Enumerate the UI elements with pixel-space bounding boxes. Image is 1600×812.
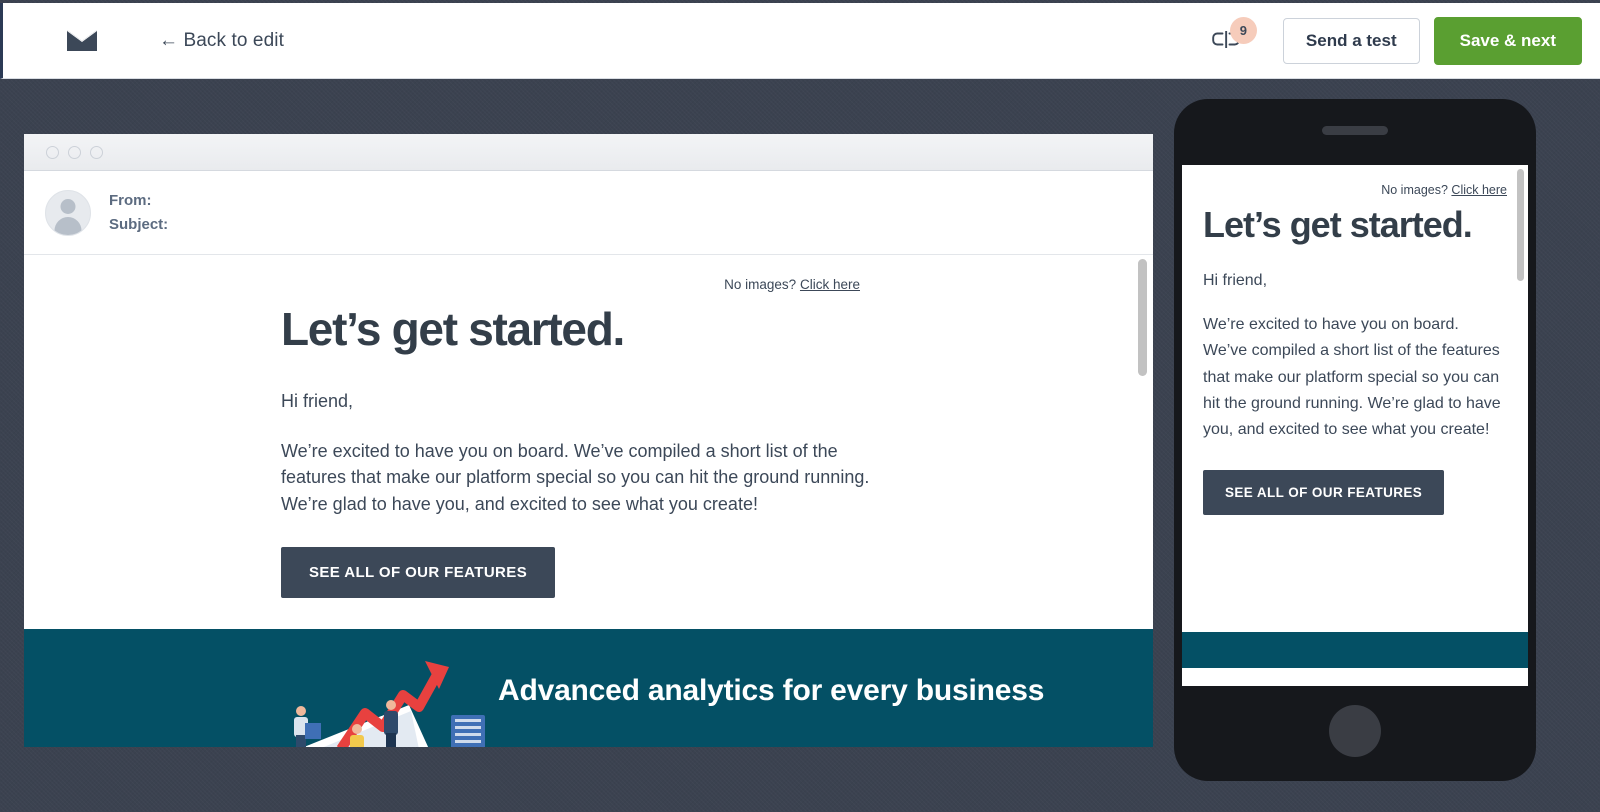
email-cta-button[interactable]: SEE ALL OF OUR FEATURES	[281, 547, 556, 599]
user-avatar-icon	[45, 189, 91, 236]
top-toolbar: ← Back to edit 9 Send a test Save & next	[0, 3, 1600, 79]
desktop-email-preview: From: Subject: No images? Click here Let…	[24, 134, 1153, 747]
comments-button[interactable]: 9	[1205, 16, 1257, 61]
email-banner-section: Advanced analytics for every business	[24, 629, 1153, 747]
phone-preview-scrollbar[interactable]	[1517, 169, 1524, 281]
phone-home-button-icon[interactable]	[1329, 705, 1381, 757]
email-paragraph: We’re excited to have you on board. We’v…	[281, 440, 870, 514]
email-greeting: Hi friend,	[281, 390, 354, 411]
save-and-next-button[interactable]: Save & next	[1433, 16, 1582, 65]
preview-window-chrome	[24, 134, 1153, 171]
toolbar-left-group: ← Back to edit	[67, 30, 284, 52]
phone-email-paragraph: We’re excited to have you on board. We’v…	[1203, 315, 1501, 439]
no-images-click-here-link[interactable]: Click here	[800, 277, 860, 292]
phone-email-content-block: No images? Click here Let’s get started.…	[1182, 165, 1528, 632]
phone-no-images-text: No images?	[1381, 183, 1448, 197]
email-meta-header: From: Subject:	[24, 171, 1153, 255]
subject-label: Subject:	[109, 216, 169, 233]
phone-email-heading: Let’s get started.	[1203, 204, 1473, 245]
phone-speaker-icon	[1322, 126, 1388, 135]
phone-email-banner-section	[1182, 632, 1528, 668]
banner-heading: Advanced analytics for every business	[498, 674, 1045, 707]
from-label: From:	[109, 192, 152, 209]
send-a-test-button[interactable]: Send a test	[1282, 17, 1420, 64]
window-dot-icon	[46, 145, 59, 159]
desktop-preview-scrollbar[interactable]	[1138, 259, 1147, 376]
email-body-scroll-area[interactable]: No images? Click here Let’s get started.…	[24, 255, 1153, 747]
window-dot-icon	[90, 145, 103, 159]
email-heading: Let’s get started.	[281, 303, 625, 355]
email-meta-fields: From: Subject:	[109, 192, 168, 233]
phone-email-greeting: Hi friend,	[1203, 271, 1268, 289]
toolbar-right-group: 9 Send a test Save & next	[1205, 16, 1582, 65]
no-images-notice: No images? Click here	[281, 277, 1093, 292]
window-dot-icon	[68, 145, 81, 159]
app-root: ← Back to edit 9 Send a test Save & next	[0, 0, 1600, 812]
mobile-email-preview: No images? Click here Let’s get started.…	[1174, 99, 1536, 781]
comments-count-badge: 9	[1229, 16, 1257, 44]
analytics-growth-arrow-illustration	[294, 661, 485, 747]
phone-no-images-notice: No images? Click here	[1203, 183, 1507, 197]
no-images-text: No images?	[724, 277, 797, 292]
back-to-edit-link[interactable]: ← Back to edit	[159, 30, 284, 52]
phone-no-images-click-here-link[interactable]: Click here	[1451, 183, 1507, 197]
phone-screen[interactable]: No images? Click here Let’s get started.…	[1182, 165, 1528, 686]
phone-email-cta-button[interactable]: SEE ALL OF OUR FEATURES	[1203, 469, 1445, 515]
mail-envelope-icon[interactable]	[67, 30, 97, 51]
email-content-block: No images? Click here Let’s get started.…	[24, 255, 1153, 629]
